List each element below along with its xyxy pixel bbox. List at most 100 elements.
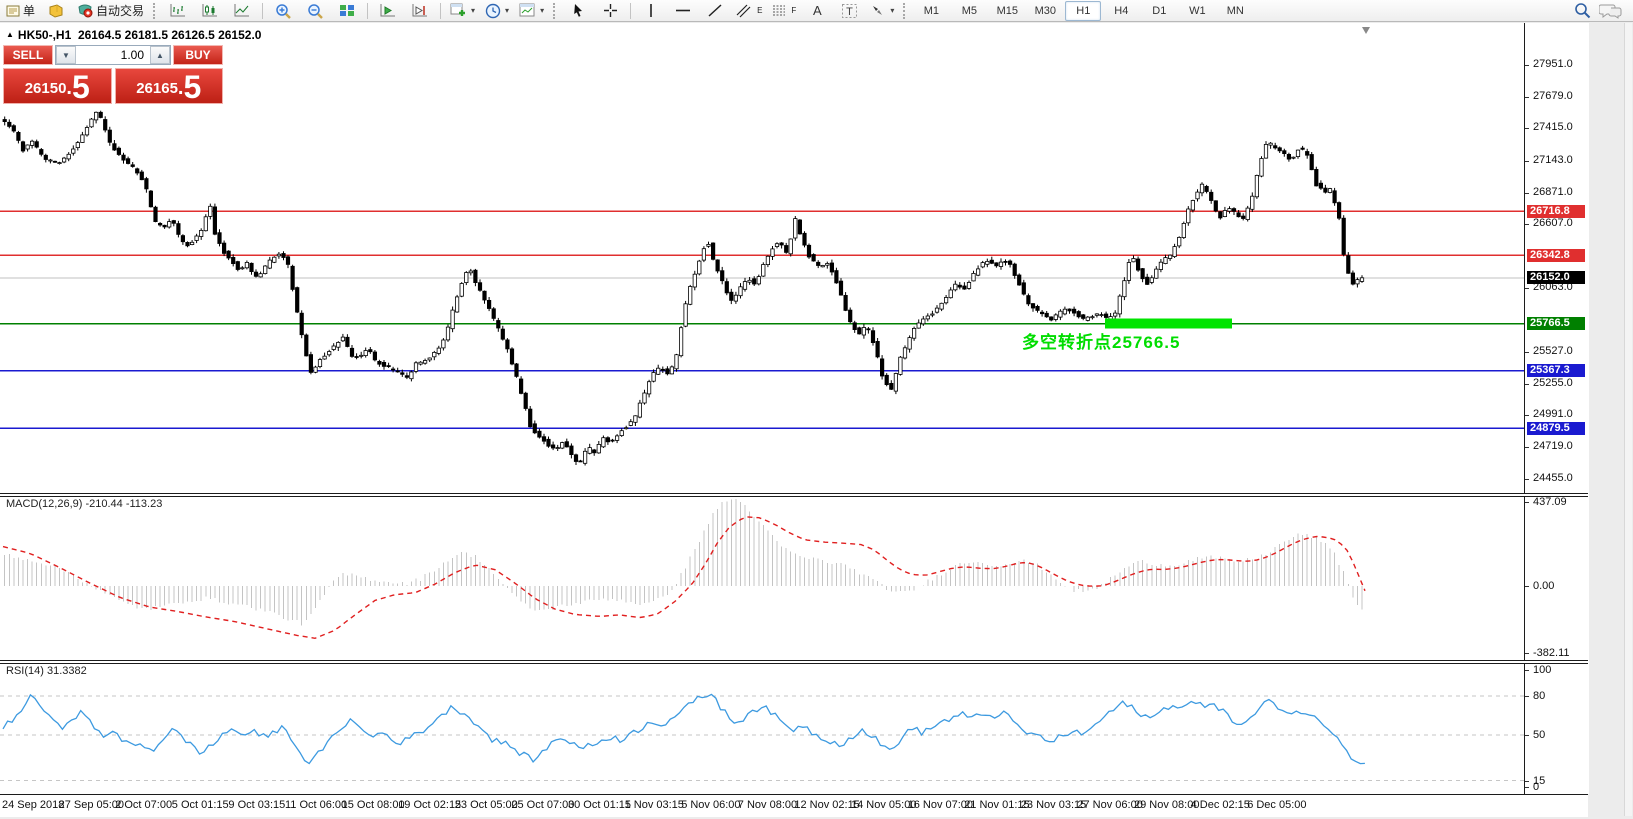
candlestick-icon (202, 4, 218, 17)
zoom-in-button[interactable] (268, 0, 298, 22)
axis-tick-mark (1525, 288, 1529, 289)
rsi-tick-label: 0 (1533, 781, 1540, 793)
rsi-indicator-label: RSI(14) 31.3382 (6, 665, 87, 677)
toolbar-grip[interactable] (153, 2, 158, 19)
fibonacci-tool-button[interactable]: F (768, 0, 800, 22)
yellow-book-icon (49, 3, 63, 18)
time-axis[interactable]: 24 Sep 2018 27 Sep 05:00 2 Oct 07:00 5 Oct … (0, 794, 1588, 817)
candlestick-chart-button[interactable] (195, 0, 225, 22)
timeframe-M30[interactable]: M30 (1027, 1, 1063, 21)
sell-price-frac: 5 (71, 69, 90, 105)
rsi-tick-label: 80 (1533, 690, 1546, 702)
sell-price-tile[interactable]: 26150. 5 (3, 68, 112, 104)
dropdown-caret-icon[interactable] (471, 6, 475, 15)
line-chart-icon (234, 4, 250, 17)
arrows-icon (873, 6, 883, 15)
clock-icon (485, 3, 501, 18)
dropdown-caret-icon[interactable] (890, 6, 894, 15)
time-axis-label: 1 Nov 03:15 (624, 799, 684, 811)
horizontal-price-lines[interactable] (0, 210, 1524, 430)
new-order-button[interactable]: 单 (2, 0, 39, 22)
pivot-highlight-bar[interactable] (1105, 318, 1232, 329)
price-axis[interactable]: 27951.0 27679.0 27415.0 27143.0 26871.0 26607… (1524, 23, 1589, 794)
timeframe-H4[interactable]: H4 (1103, 1, 1139, 21)
pane-divider-rsi[interactable] (0, 660, 1588, 664)
price-tick-label: 25255.0 (1533, 377, 1573, 389)
horizontal-line-icon (676, 9, 691, 12)
zoom-out-button[interactable] (300, 0, 330, 22)
text-label-tool-button[interactable]: T (834, 0, 864, 22)
price-tick-label: 26607.0 (1533, 217, 1573, 229)
volume-increase-button[interactable]: ▲ (150, 46, 170, 64)
line-chart-button[interactable] (227, 0, 257, 22)
label-tool-icon: T (841, 3, 857, 18)
dropdown-caret-icon[interactable] (505, 6, 509, 15)
templates-button[interactable] (515, 0, 548, 22)
axis-tick-mark (1525, 224, 1529, 225)
timeframe-M1[interactable]: M1 (913, 1, 949, 21)
cursor-icon (574, 4, 583, 17)
timeframe-D1[interactable]: D1 (1141, 1, 1177, 21)
timeframe-W1[interactable]: W1 (1179, 1, 1215, 21)
timeframe-M15[interactable]: M15 (989, 1, 1025, 21)
buy-button[interactable]: BUY (173, 45, 223, 65)
arrows-tool-button[interactable] (866, 0, 898, 22)
bar-chart-button[interactable] (163, 0, 193, 22)
pivot-annotation-text: 多空转折点25766.5 (1022, 333, 1181, 352)
periods-button[interactable] (481, 0, 513, 22)
time-axis-label: 27 Nov 06:00 (1077, 799, 1143, 811)
volume-input[interactable]: 1.00 (76, 46, 150, 64)
cursor-tool-button[interactable] (563, 0, 593, 22)
price-tick-label: 26871.0 (1533, 186, 1573, 198)
chart-shift-button[interactable] (405, 0, 435, 22)
new-chart-icon (450, 3, 466, 16)
vertical-line-tool-button[interactable] (636, 0, 666, 22)
timeframe-M5[interactable]: M5 (951, 1, 987, 21)
toolbar-grip[interactable] (903, 2, 908, 19)
axis-tick-mark (1525, 97, 1529, 98)
tile-windows-button[interactable] (332, 0, 362, 22)
sell-button[interactable]: SELL (3, 45, 53, 65)
dropdown-caret-icon[interactable] (540, 6, 544, 15)
vertical-scrollbar[interactable] (1624, 23, 1632, 816)
auto-scroll-icon (380, 4, 396, 17)
price-tick-label: 24991.0 (1533, 408, 1573, 420)
chart-shift-marker-icon[interactable] (1362, 27, 1370, 34)
chat-icon[interactable] (1599, 3, 1623, 19)
chart-shift-icon (412, 4, 428, 17)
auto-scroll-button[interactable] (373, 0, 403, 22)
time-axis-label: 21 Nov 01:15 (964, 799, 1030, 811)
time-axis-label: 9 Oct 03:15 (228, 799, 286, 811)
pane-divider-macd[interactable] (0, 493, 1588, 497)
price-line-badge: 26716.8 (1527, 205, 1585, 218)
trendline-tool-button[interactable] (700, 0, 730, 22)
crosshair-tool-button[interactable] (595, 0, 625, 22)
timeframe-toolbar: M1 M5 M15 M30 H1 H4 D1 W1 MN (913, 0, 1253, 21)
axis-tick-mark (1525, 787, 1529, 788)
horizontal-line-tool-button[interactable] (668, 0, 698, 22)
search-icon[interactable] (1574, 2, 1591, 19)
timeframe-MN[interactable]: MN (1217, 1, 1253, 21)
axis-tick-mark (1525, 128, 1529, 129)
axis-tick-mark (1525, 781, 1529, 782)
price-tick-label: 27951.0 (1533, 58, 1573, 70)
timeframe-H1[interactable]: H1 (1065, 0, 1102, 21)
zoom-out-icon (307, 3, 323, 19)
equidistant-channel-tool-button[interactable]: E (732, 0, 766, 22)
text-tool-button[interactable]: A (802, 0, 832, 22)
toolbar-separator (367, 2, 369, 19)
history-center-button[interactable] (41, 0, 71, 22)
rsi-tick-label: 50 (1533, 729, 1546, 741)
zoom-in-icon (275, 3, 291, 19)
autotrading-icon (78, 4, 93, 18)
buy-price-tile[interactable]: 26165. 5 (114, 68, 223, 104)
toolbar-grip[interactable] (553, 2, 558, 19)
svg-text:T: T (846, 6, 853, 18)
template-chart-icon (519, 3, 535, 17)
new-chart-button[interactable] (446, 0, 479, 22)
price-tick-label: 27415.0 (1533, 121, 1573, 133)
volume-decrease-button[interactable]: ▼ (56, 46, 76, 64)
channel-letter: E (757, 6, 763, 15)
autotrading-button[interactable]: 自动交易 (73, 0, 148, 22)
chart-canvas[interactable] (0, 23, 1588, 816)
